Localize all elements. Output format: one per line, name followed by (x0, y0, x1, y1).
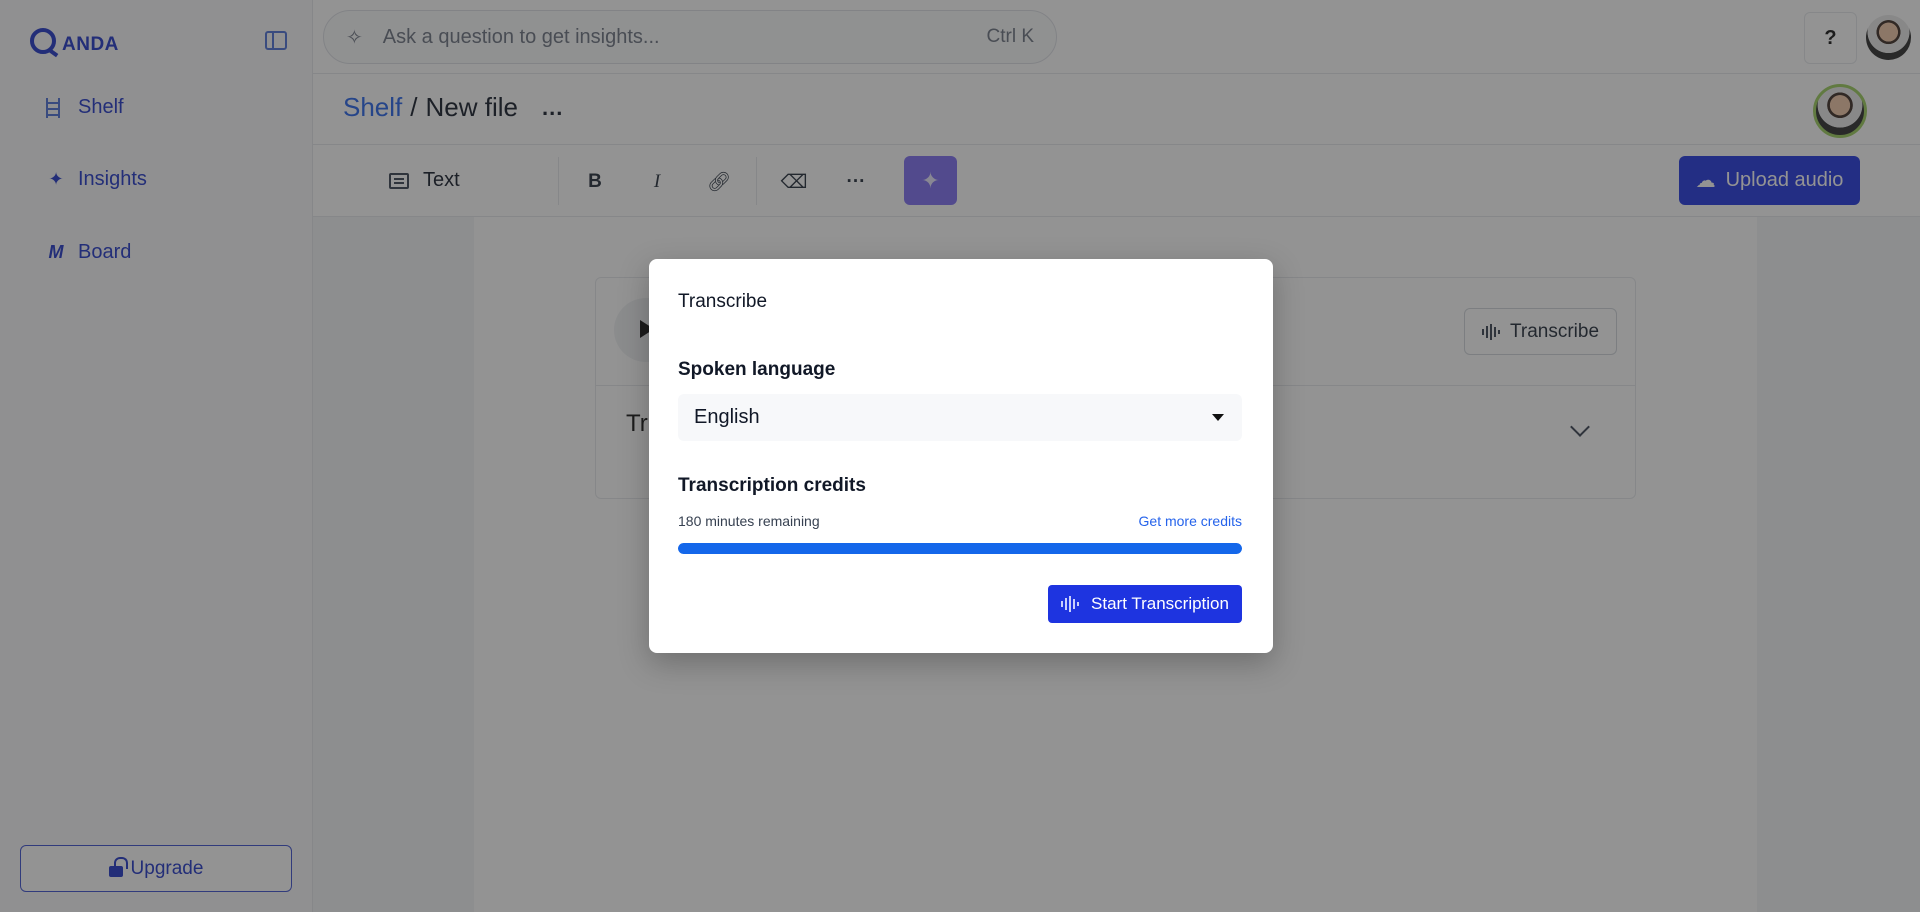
credits-progress-bar (678, 543, 1242, 554)
credits-row: 180 minutes remaining Get more credits (678, 513, 1242, 529)
language-select[interactable]: English (678, 394, 1242, 441)
transcribe-dialog: Transcribe Spoken language English Trans… (649, 259, 1273, 653)
start-label: Start Transcription (1091, 594, 1229, 613)
credits-remaining: 180 minutes remaining (678, 513, 820, 529)
waveform-icon (1061, 596, 1080, 612)
language-value: English (694, 406, 760, 428)
credits-label: Transcription credits (678, 475, 866, 496)
start-transcription-button[interactable]: Start Transcription (1048, 585, 1242, 623)
get-more-credits-link[interactable]: Get more credits (1139, 513, 1242, 529)
credits-progress-fill (678, 543, 1242, 554)
dialog-title: Transcribe (678, 291, 768, 312)
language-label: Spoken language (678, 359, 836, 380)
caret-down-icon (1212, 414, 1224, 421)
